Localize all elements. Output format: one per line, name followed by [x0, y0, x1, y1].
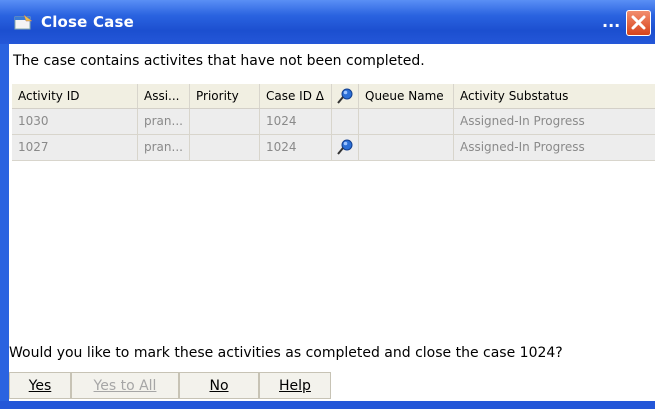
cell-assigned: pran... — [138, 135, 190, 160]
pin-icon — [337, 88, 353, 104]
column-header-case-id[interactable]: Case ID Δ — [260, 84, 332, 108]
cell-activity-id: 1030 — [12, 109, 138, 134]
cell-pin[interactable] — [332, 135, 359, 160]
column-header-assigned[interactable]: Assi... — [138, 84, 190, 108]
yes-button[interactable]: Yes — [9, 372, 71, 399]
column-header-pin[interactable] — [332, 84, 359, 108]
cell-assigned: pran... — [138, 109, 190, 134]
column-header-activity-id[interactable]: Activity ID — [12, 84, 138, 108]
cell-priority — [190, 135, 260, 160]
cell-priority — [190, 109, 260, 134]
cell-queue-name — [359, 135, 454, 160]
cell-queue-name — [359, 109, 454, 134]
cell-activity-id: 1027 — [12, 135, 138, 160]
confirmation-question: Would you like to mark these activities … — [9, 345, 563, 361]
yes-to-all-button[interactable]: Yes to All — [71, 372, 179, 399]
table-row[interactable]: 1027 pran... 1024 Assigned-In Progress — [12, 135, 655, 161]
no-button[interactable]: No — [179, 372, 259, 399]
column-header-priority[interactable]: Priority — [190, 84, 260, 108]
window-icon — [14, 14, 33, 30]
column-header-queue-name[interactable]: Queue Name — [359, 84, 454, 108]
cell-pin — [332, 109, 359, 134]
title-overflow-text: ... — [602, 12, 621, 31]
cell-case-id: 1024 — [260, 109, 332, 134]
close-icon — [631, 15, 646, 30]
grid-header: Activity ID Assi... Priority Case ID Δ Q… — [12, 84, 655, 109]
dialog-title: Close Case — [41, 13, 135, 31]
title-bar[interactable]: Close Case ... — [0, 0, 655, 44]
warning-message: The case contains activites that have no… — [13, 53, 425, 69]
pin-icon — [337, 139, 353, 155]
help-button[interactable]: Help — [259, 372, 331, 399]
dialog-body: The case contains activites that have no… — [9, 44, 655, 401]
window-border — [0, 44, 9, 409]
cell-case-id: 1024 — [260, 135, 332, 160]
cell-activity-substatus: Assigned-In Progress — [460, 114, 585, 128]
close-button[interactable] — [626, 10, 651, 36]
column-header-activity-substatus[interactable]: Activity Substatus — [454, 84, 655, 108]
activities-grid: Activity ID Assi... Priority Case ID Δ Q… — [12, 84, 655, 335]
close-case-dialog: Close Case ... The case contains activit… — [0, 0, 655, 409]
cell-activity-substatus: Assigned-In Progress — [460, 140, 585, 154]
window-border — [0, 401, 655, 409]
table-row[interactable]: 1030 pran... 1024 Assigned-In Progress — [12, 109, 655, 135]
